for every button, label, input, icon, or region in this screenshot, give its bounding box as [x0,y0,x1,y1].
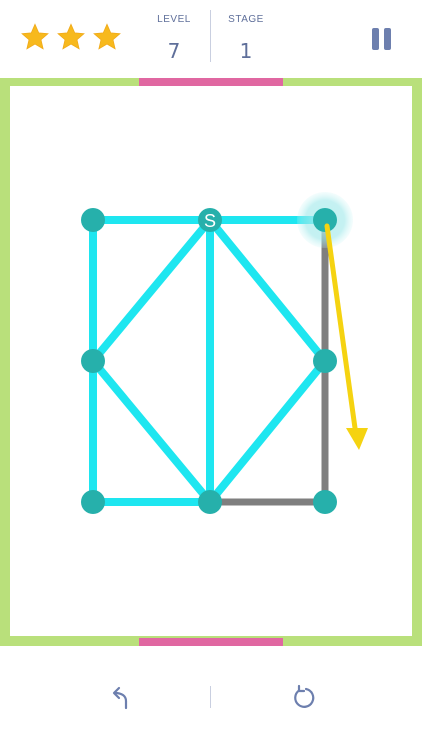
footer-divider [210,686,211,708]
node-mid-right[interactable] [313,349,337,373]
restart-icon [294,684,315,708]
restart-button[interactable] [290,684,318,712]
game-footer [0,646,422,750]
undo-button[interactable] [106,684,134,712]
edge-drawn [89,357,214,506]
drawn-edges [89,216,329,506]
node-bottom-right[interactable] [313,490,337,514]
node-bottom-left[interactable] [81,490,105,514]
start-marker: S [204,211,216,231]
undo-icon [112,686,128,710]
hint-arrow [324,223,368,450]
edge-drawn [89,216,214,365]
remaining-edges [206,216,329,506]
node-mid-left[interactable] [81,349,105,373]
node-bottom-mid[interactable] [198,490,222,514]
node-top-left[interactable] [81,208,105,232]
edge-drawn [206,357,329,506]
puzzle-graph[interactable]: S [0,0,422,750]
